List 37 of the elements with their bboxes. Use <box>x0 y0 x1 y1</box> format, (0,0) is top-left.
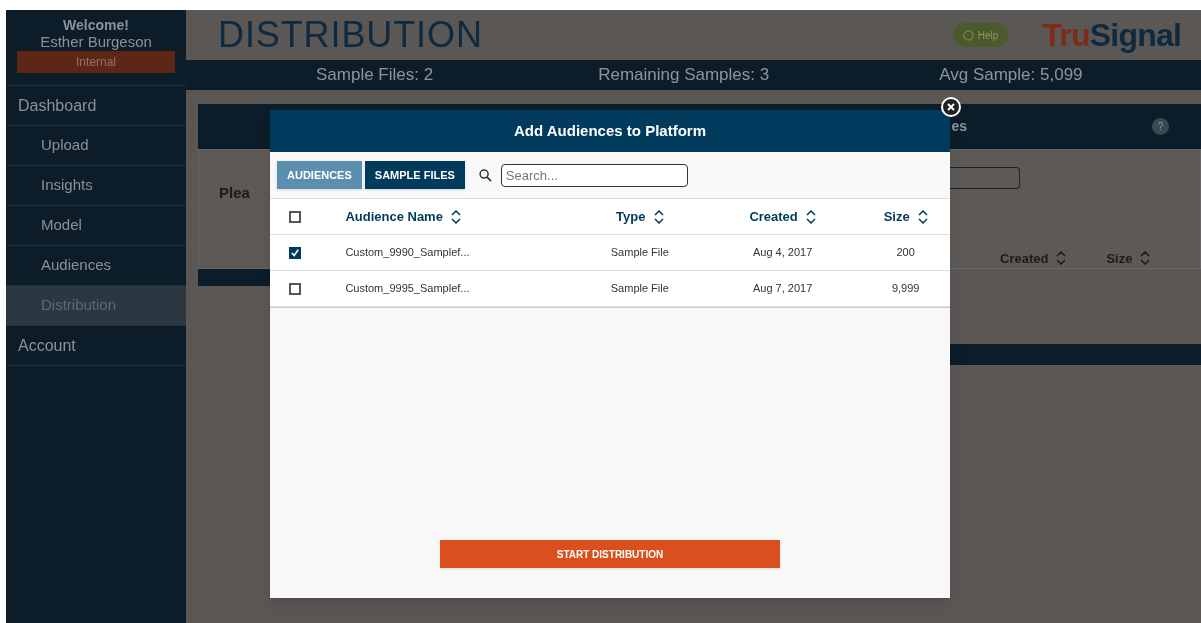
tab[interactable]: AUDIENCES <box>277 161 362 189</box>
column-header[interactable]: Created <box>703 206 862 227</box>
user-name: Esther Burgeson <box>40 33 152 51</box>
start-distribution-button[interactable]: START DISTRIBUTION <box>440 540 780 568</box>
table-cell-text: Custom_9995_Samplef... <box>344 281 471 297</box>
role-badge: Internal <box>17 51 175 73</box>
logo: TruSignal <box>1042 16 1181 55</box>
checkbox[interactable] <box>289 282 301 295</box>
column-header[interactable]: Size <box>861 206 950 227</box>
modal-title: Add Audiences to Platform <box>514 120 706 141</box>
prompt-text: Plea <box>219 183 250 203</box>
table-cell-text: Aug 7, 2017 <box>751 281 814 297</box>
table-cell-text: 200 <box>895 245 916 261</box>
help-badge: ? <box>1152 118 1169 135</box>
welcome-text: Welcome! <box>63 17 129 33</box>
search-field[interactable]: Search... <box>500 163 688 187</box>
checkbox[interactable] <box>289 246 301 259</box>
column-header[interactable]: Type <box>575 206 704 227</box>
checkbox[interactable] <box>289 210 301 223</box>
table-cell-text: 9,999 <box>890 281 921 297</box>
table-cell-text: Sample File <box>609 281 670 297</box>
table-cell-text: Custom_9990_Samplef... <box>344 245 471 261</box>
column-header[interactable]: Audience Name <box>329 206 576 227</box>
stat-text: Remaining Samples: 3 <box>598 64 770 87</box>
table-cell-text: Aug 4, 2017 <box>751 245 814 261</box>
sort-icon[interactable] <box>653 209 664 224</box>
tab[interactable]: SAMPLE FILES <box>364 161 465 189</box>
help-icon <box>962 29 974 41</box>
stat-text: Sample Files: 2 <box>316 64 434 87</box>
sort-icon[interactable] <box>805 209 816 224</box>
panel-title-text: es <box>951 117 967 136</box>
sort-icon[interactable] <box>450 209 461 224</box>
stat-text: Avg Sample: 5,099 <box>939 64 1083 87</box>
sort-icon[interactable] <box>917 209 928 224</box>
search-icon <box>478 168 492 182</box>
page-title: DISTRIBUTION <box>218 13 484 57</box>
table-cell-text: Sample File <box>609 245 670 261</box>
